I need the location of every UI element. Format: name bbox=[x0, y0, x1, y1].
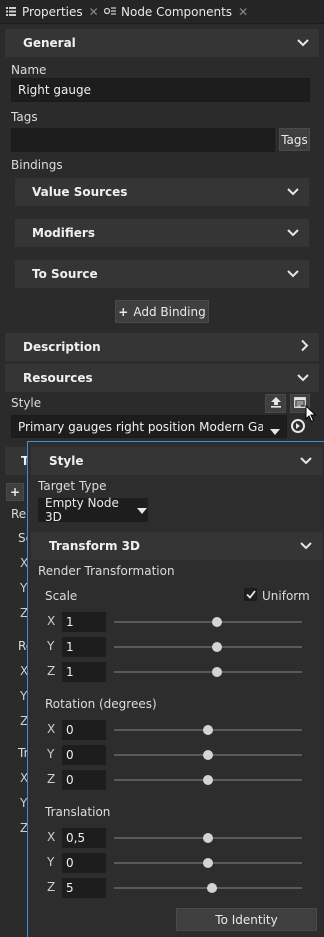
to-source-header[interactable]: To Source bbox=[15, 260, 309, 288]
tags-button[interactable]: Tags bbox=[279, 128, 310, 151]
target-type-label: Target Type bbox=[38, 479, 107, 493]
add-binding-button[interactable]: + Add Binding bbox=[115, 300, 209, 323]
resources-section-header[interactable]: Resources bbox=[5, 364, 319, 392]
translation-y-axis-label: Y bbox=[47, 855, 55, 869]
target-type-dropdown[interactable]: Empty Node 3D bbox=[38, 496, 148, 524]
to-source-title: To Source bbox=[32, 267, 98, 281]
to-identity-button[interactable]: To Identity bbox=[176, 908, 317, 931]
close-icon[interactable]: ✕ bbox=[89, 5, 99, 19]
translation-z-axis-label: Z bbox=[47, 880, 56, 894]
rotation-y-slider-knob[interactable] bbox=[203, 750, 213, 760]
name-input[interactable]: Right gauge bbox=[11, 78, 310, 102]
plus-icon: + bbox=[118, 304, 129, 319]
rotation-label: Rotation (degrees) bbox=[45, 697, 157, 711]
translation-y-slider-knob[interactable] bbox=[203, 858, 213, 868]
scale-z-input[interactable]: 1 bbox=[62, 662, 106, 682]
scale-z-slider-track[interactable] bbox=[114, 671, 302, 673]
scale-z-axis-label: Z bbox=[47, 664, 56, 678]
style-label: Style bbox=[11, 396, 42, 410]
style-dropdown[interactable]: Primary gauges right position Modern Gas… bbox=[11, 415, 287, 438]
chevron-down-icon bbox=[287, 226, 299, 240]
resources-title: Resources bbox=[23, 371, 93, 385]
target-type-value: Empty Node 3D bbox=[45, 496, 119, 524]
transform-3d-header[interactable]: Transform 3D bbox=[31, 532, 322, 560]
rotation-z-slider-knob[interactable] bbox=[203, 775, 213, 785]
translation-z-slider-knob[interactable] bbox=[206, 883, 217, 893]
scale-x-input[interactable]: 1 bbox=[62, 612, 106, 632]
scale-y-input[interactable]: 1 bbox=[62, 637, 106, 657]
style-dropdown-value: Primary gauges right position Modern Gas… bbox=[18, 419, 263, 434]
scale-x-slider-track[interactable] bbox=[114, 621, 302, 623]
name-label: Name bbox=[11, 63, 47, 77]
scale-y-axis-label: Y bbox=[47, 639, 55, 653]
rotation-x-input[interactable]: 0 bbox=[62, 720, 106, 740]
value-sources-header[interactable]: Value Sources bbox=[15, 178, 309, 206]
mouse-cursor-icon bbox=[305, 404, 317, 426]
modifiers-header[interactable]: Modifiers bbox=[15, 219, 309, 247]
popup-style-header[interactable]: Style bbox=[31, 447, 322, 475]
uniform-checkbox[interactable] bbox=[244, 588, 257, 601]
description-section-header[interactable]: Description bbox=[5, 333, 319, 361]
uniform-label: Uniform bbox=[262, 589, 310, 603]
scale-x-axis-label: X bbox=[47, 614, 56, 628]
tags-label: Tags bbox=[11, 110, 38, 124]
general-title: General bbox=[23, 36, 76, 50]
scale-label: Scale bbox=[45, 589, 78, 603]
add-binding-label: Add Binding bbox=[133, 304, 206, 319]
upload-button[interactable] bbox=[265, 394, 286, 413]
render-transformation-label: Render Transformation bbox=[38, 564, 175, 578]
chevron-down-icon bbox=[297, 36, 309, 50]
rotation-x-slider-knob[interactable] bbox=[203, 725, 213, 735]
caret-down-icon bbox=[270, 424, 280, 438]
rotation-y-input[interactable]: 0 bbox=[62, 745, 106, 765]
background-add-button: + bbox=[6, 483, 24, 501]
list-icon bbox=[6, 5, 18, 19]
chevron-down-icon bbox=[287, 185, 299, 199]
tab-properties[interactable]: Properties ✕ bbox=[6, 0, 99, 24]
translation-z-input[interactable]: 5 bbox=[62, 878, 106, 898]
translation-x-axis-label: X bbox=[47, 830, 56, 844]
bindings-label: Bindings bbox=[11, 158, 63, 172]
tags-input[interactable] bbox=[11, 128, 275, 152]
chevron-down-icon bbox=[287, 267, 299, 281]
close-icon[interactable]: ✕ bbox=[238, 5, 248, 19]
plus-icon: + bbox=[9, 485, 21, 499]
general-section-header[interactable]: General bbox=[5, 29, 319, 57]
caret-down-icon bbox=[137, 503, 147, 517]
rotation-x-axis-label: X bbox=[47, 722, 56, 736]
rotation-z-axis-label: Z bbox=[47, 772, 56, 786]
tab-properties-label: Properties bbox=[22, 5, 83, 19]
chevron-right-icon bbox=[301, 339, 309, 355]
translation-y-input[interactable]: 0 bbox=[62, 853, 106, 873]
checkmark-icon bbox=[245, 588, 256, 602]
translation-x-slider-knob[interactable] bbox=[203, 833, 213, 843]
popup-style-title: Style bbox=[49, 454, 84, 468]
rotation-y-axis-label: Y bbox=[47, 747, 55, 761]
transform-3d-title: Transform 3D bbox=[49, 539, 140, 553]
tab-node-components-label: Node Components bbox=[121, 5, 233, 19]
chevron-down-icon bbox=[300, 454, 312, 468]
scale-y-slider-track[interactable] bbox=[114, 646, 302, 648]
translation-x-input[interactable]: 0,5 bbox=[62, 828, 106, 848]
reset-icon[interactable] bbox=[290, 418, 306, 437]
background-section-header: T bbox=[5, 447, 29, 475]
value-sources-title: Value Sources bbox=[32, 185, 128, 199]
modifiers-title: Modifiers bbox=[32, 226, 95, 240]
translation-label: Translation bbox=[45, 805, 111, 819]
upload-icon bbox=[270, 396, 282, 411]
chevron-down-icon bbox=[300, 539, 312, 553]
chevron-down-icon bbox=[297, 371, 309, 385]
tab-node-components[interactable]: Node Components ✕ bbox=[103, 0, 248, 24]
components-icon bbox=[103, 5, 118, 19]
description-title: Description bbox=[23, 340, 101, 354]
rotation-z-input[interactable]: 0 bbox=[62, 770, 106, 790]
